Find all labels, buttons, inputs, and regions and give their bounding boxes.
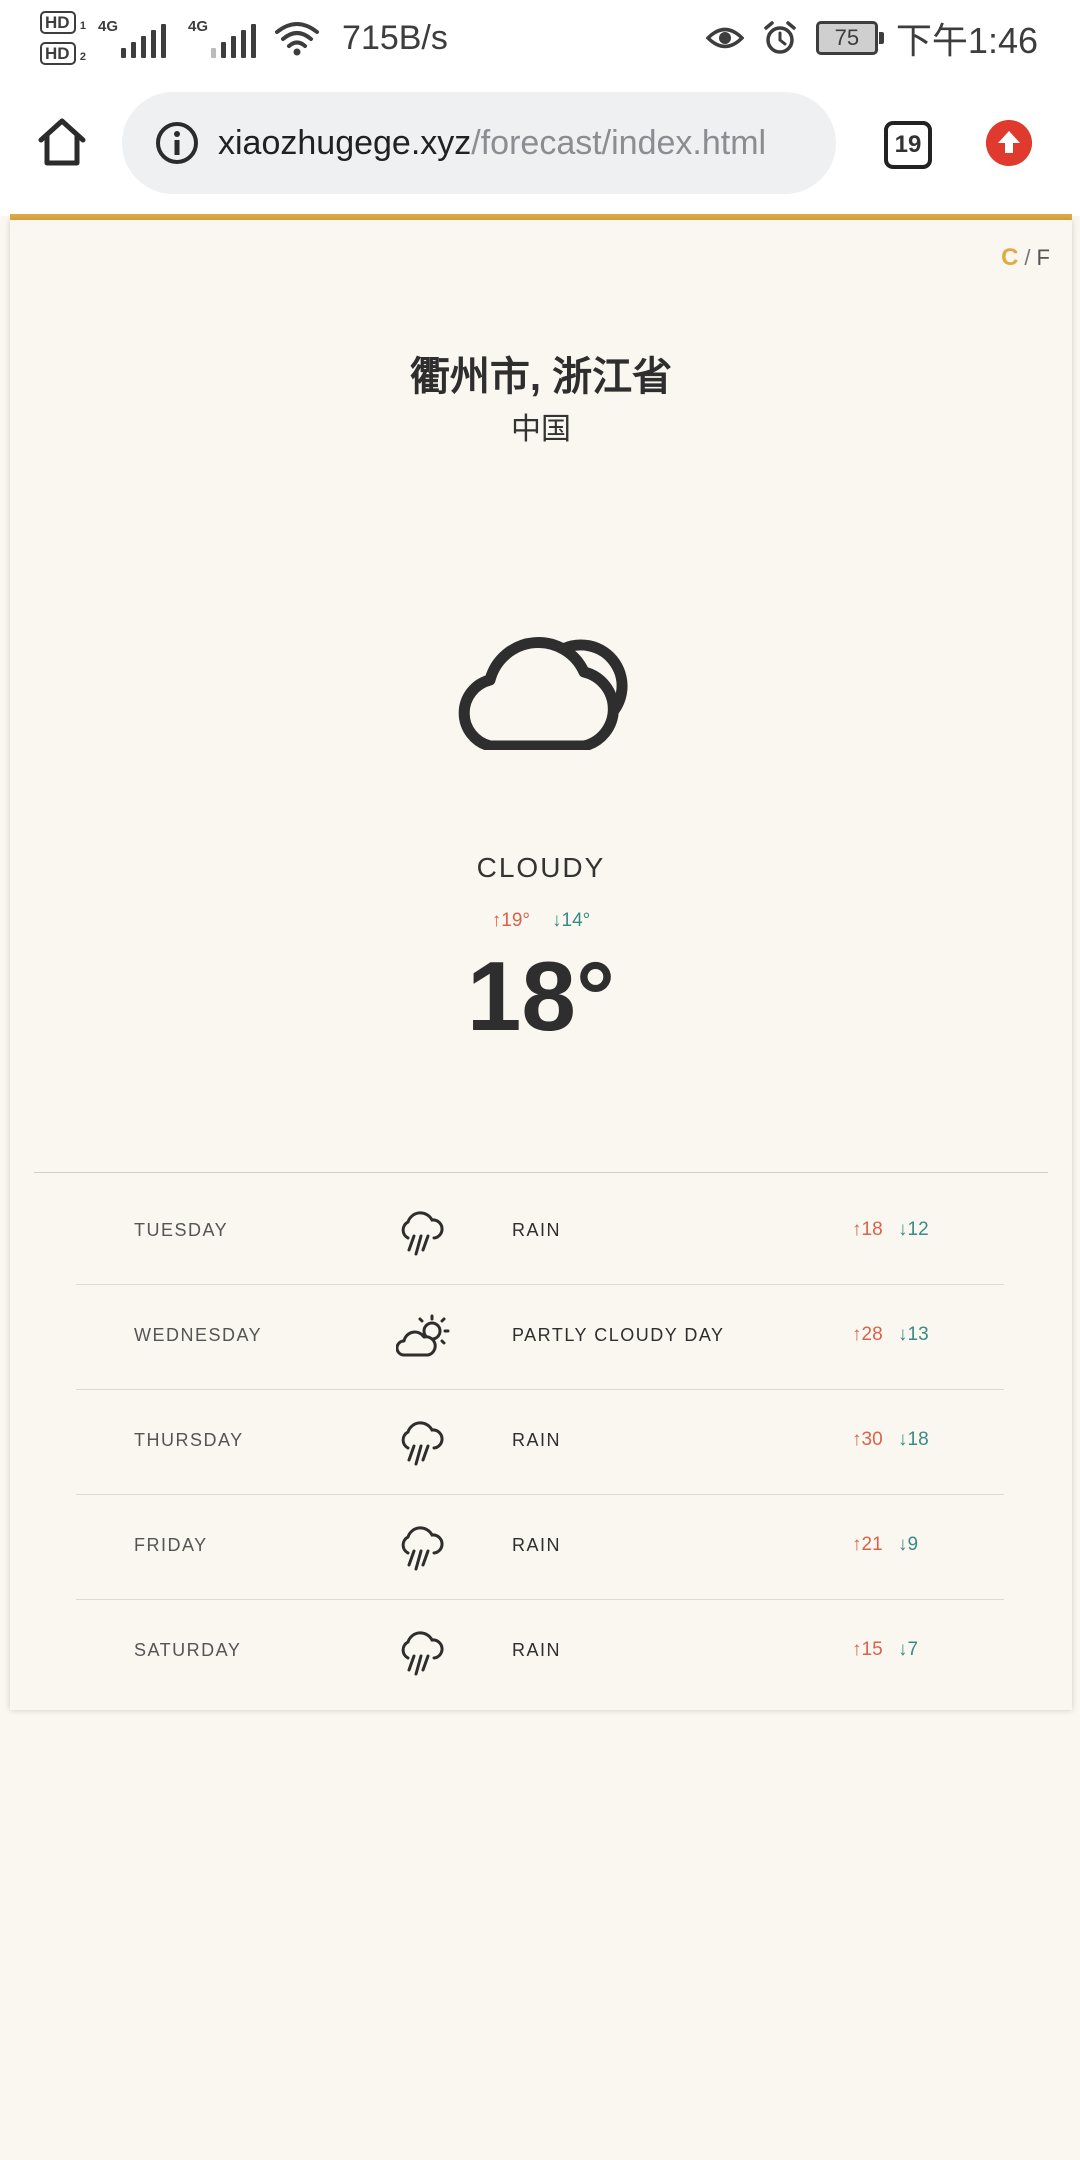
section-divider: [34, 1172, 1048, 1173]
tab-switcher-button[interactable]: 19: [884, 121, 932, 169]
forecast-row: TUESDAY RAIN ↑18 ↓12: [76, 1180, 1004, 1285]
today-high: ↑19°: [491, 910, 530, 931]
current-condition: CLOUDY: [476, 852, 606, 883]
forecast-high: ↑21: [852, 1534, 883, 1555]
forecast-low: ↓13: [898, 1324, 929, 1345]
unit-separator: /: [1024, 245, 1031, 270]
url-host: xiaozhugege.xyz: [218, 123, 472, 162]
signal-strength-icon: 4G: [98, 18, 167, 58]
forecast-condition: RAIN: [512, 1535, 562, 1555]
forecast-low: ↓7: [898, 1639, 919, 1660]
forecast-row: WEDNESDAY PARTLY CLOUDY DAY ↑28 ↓13: [76, 1285, 1004, 1390]
url-text[interactable]: xiaozhugege.xyz/forecast/index.html: [218, 124, 766, 163]
forecast-day: FRIDAY: [134, 1535, 208, 1555]
forecast-high: ↑18: [852, 1219, 883, 1240]
forecast-day: TUESDAY: [134, 1220, 229, 1240]
cloudy-icon: [458, 637, 628, 750]
battery-icon: 75: [815, 21, 884, 55]
site-info-icon[interactable]: [154, 120, 200, 166]
forecast-low: ↓18: [898, 1429, 929, 1450]
forecast-low: ↓12: [898, 1219, 929, 1240]
forecast-row: SATURDAY RAIN ↑15 ↓7: [76, 1600, 1004, 1704]
status-bar: HD 1 HD 2 4G 4G 715B/s 75 下午1:46: [0, 0, 1080, 76]
rain-icon: [401, 1421, 444, 1466]
browser-toolbar: xiaozhugege.xyz/forecast/index.html 19: [0, 76, 1080, 216]
alarm-icon: [764, 21, 796, 54]
network-type-label-2: 4G: [188, 18, 209, 35]
forecast-low: ↓9: [898, 1534, 919, 1555]
partly-cloudy-day-icon: [396, 1314, 450, 1357]
rain-icon: [401, 1631, 444, 1676]
sim2-hd-badge: HD 2: [40, 42, 86, 65]
sim1-hd-badge: HD 1: [40, 11, 86, 34]
url-path: /forecast/index.html: [471, 123, 767, 162]
current-temperature: 18°: [466, 941, 616, 1051]
rain-icon: [401, 1526, 444, 1571]
home-icon[interactable]: [36, 116, 88, 168]
rain-icon: [401, 1211, 444, 1256]
forecast-high: ↑30: [852, 1429, 883, 1450]
forecast-day: SATURDAY: [134, 1640, 242, 1660]
network-speed: 715B/s: [342, 18, 448, 57]
weather-card: C / F 衢州市, 浙江省 中国 CLOUDY ↑19° ↓14° 18° TUES…: [10, 220, 1072, 1710]
status-clock: 下午1:46: [895, 20, 1038, 61]
battery-level: 75: [834, 25, 860, 50]
forecast-row: THURSDAY RAIN ↑30 ↓18: [76, 1390, 1004, 1495]
eye-comfort-icon: [705, 27, 744, 49]
forecast-high: ↑15: [852, 1639, 883, 1660]
address-bar[interactable]: xiaozhugege.xyz/forecast/index.html: [122, 92, 836, 194]
forecast-condition: PARTLY CLOUDY DAY: [512, 1325, 725, 1345]
unit-toggle[interactable]: C / F: [1001, 244, 1050, 272]
forecast-condition: RAIN: [512, 1640, 562, 1660]
today-high-low: ↑19° ↓14°: [10, 910, 1072, 932]
forecast-day: WEDNESDAY: [134, 1325, 263, 1345]
celsius-option[interactable]: C: [1001, 244, 1018, 271]
forecast-day: THURSDAY: [134, 1430, 244, 1450]
forecast-list: TUESDAY RAIN ↑18 ↓12 WEDNESDAY PARTLY CL…: [76, 1180, 1004, 1704]
tab-count: 19: [894, 131, 922, 158]
forecast-condition: RAIN: [512, 1430, 562, 1450]
city-name: 衢州市, 浙江省: [409, 355, 673, 399]
network-type-label: 4G: [98, 18, 119, 35]
fahrenheit-option[interactable]: F: [1037, 245, 1050, 270]
forecast-row: FRIDAY RAIN ↑21 ↓9: [76, 1495, 1004, 1600]
today-low: ↓14°: [552, 910, 591, 931]
forecast-high: ↑28: [852, 1324, 883, 1345]
sim2-label: HD: [45, 44, 70, 63]
sim1-number: 1: [79, 20, 86, 32]
sim2-number: 2: [79, 51, 86, 63]
upgrade-arrow-icon[interactable]: [986, 120, 1032, 166]
forecast-condition: RAIN: [512, 1220, 562, 1240]
sim1-label: HD: [45, 13, 70, 32]
country-name: 中国: [511, 413, 571, 446]
wifi-icon: [275, 22, 320, 56]
signal-strength-icon-2: 4G: [188, 18, 257, 58]
